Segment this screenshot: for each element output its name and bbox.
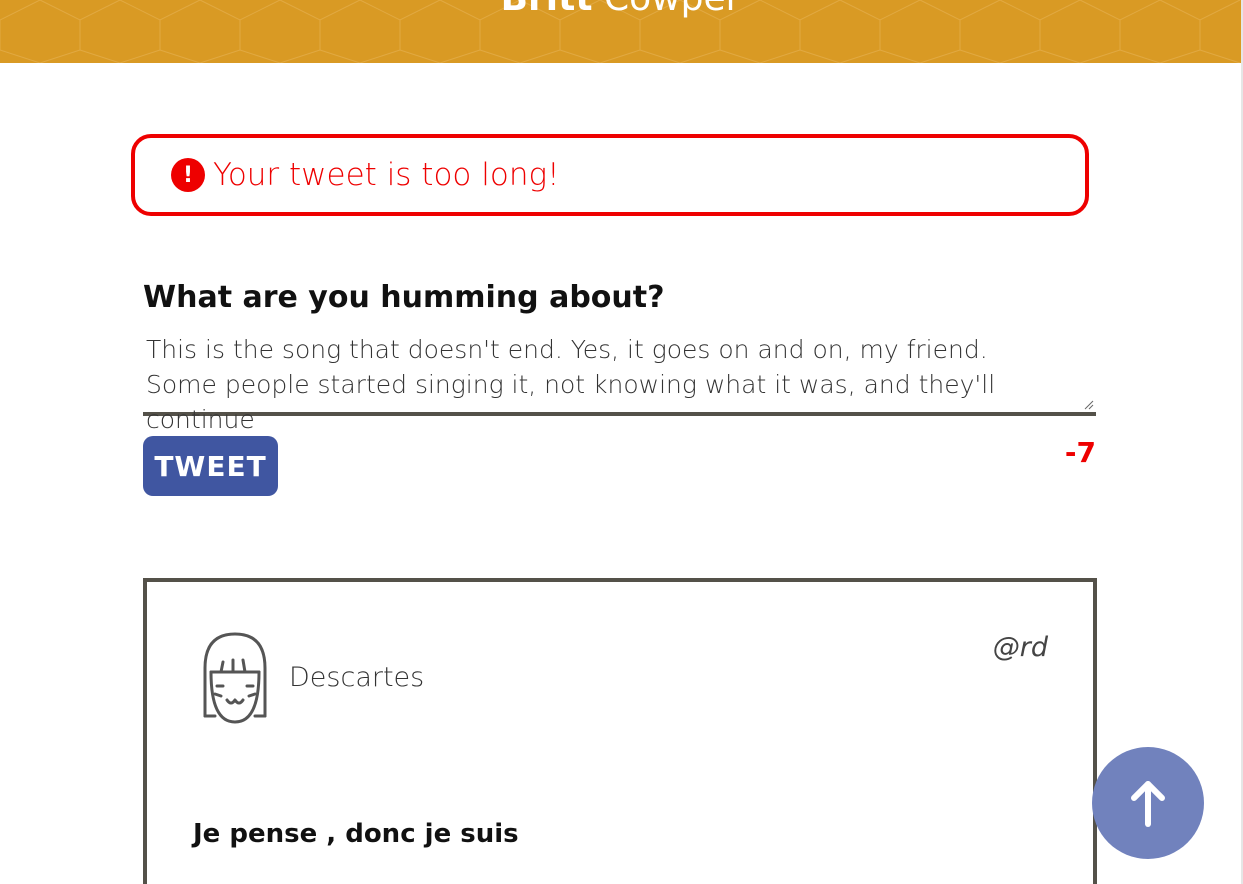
- tweet-content: Je pense , donc je suis: [193, 819, 519, 849]
- tweet-author-name: Descartes: [289, 662, 425, 693]
- profile-name: Britt Cowper: [0, 0, 1241, 19]
- profile-last-name: Cowper: [604, 0, 740, 19]
- tweet-textarea[interactable]: This is the song that doesn't end. Yes, …: [143, 330, 1096, 434]
- error-message: Your tweet is too long!: [213, 157, 560, 193]
- error-alert: ! Your tweet is too long!: [131, 134, 1089, 216]
- girl-face-avatar-icon: [203, 632, 267, 724]
- exclamation-circle-icon: !: [171, 158, 205, 192]
- page-header: Britt Cowper: [0, 0, 1241, 63]
- arrow-up-icon: [1131, 781, 1165, 827]
- compose-label: What are you humming about?: [143, 280, 665, 315]
- character-counter: -7: [1064, 436, 1096, 469]
- tweet-submit-button[interactable]: TWEET: [143, 436, 278, 496]
- tweet-textarea-value[interactable]: This is the song that doesn't end. Yes, …: [146, 332, 1046, 437]
- profile-first-name: Britt: [501, 0, 593, 19]
- tweet-card: Descartes @rd Je pense , donc je suis: [143, 578, 1097, 884]
- resize-grip-icon[interactable]: [1084, 400, 1094, 410]
- tweet-author-handle: @rd: [992, 632, 1048, 663]
- scroll-to-top-button[interactable]: [1092, 747, 1204, 859]
